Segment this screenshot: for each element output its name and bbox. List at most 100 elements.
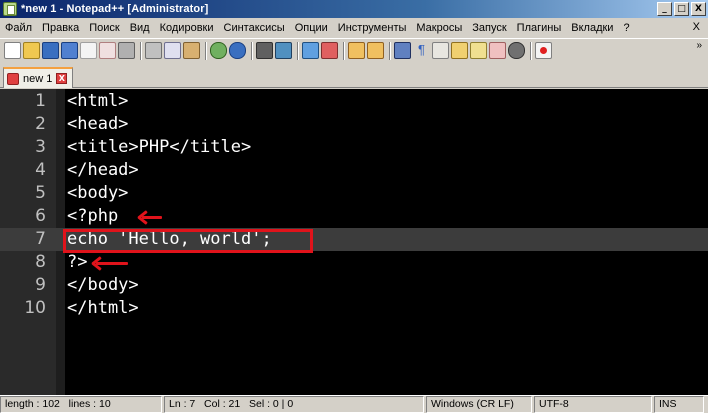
status-position[interactable]: Ln : 7 Col : 21 Sel : 0 | 0 <box>164 396 424 413</box>
code-line[interactable]: 1 <html> <box>0 90 708 113</box>
code-text: <html> <box>67 91 129 111</box>
word-wrap-icon[interactable] <box>394 42 411 59</box>
code-line[interactable]: 5 <body> <box>0 182 708 205</box>
menu-encoding[interactable]: Кодировки <box>155 22 219 34</box>
toolbar: ¶ <box>0 38 708 62</box>
replace-icon[interactable] <box>275 42 292 59</box>
status-length-lines: length : 102 lines : 10 <box>0 396 162 413</box>
status-sel: Sel : 0 | 0 <box>249 398 294 410</box>
save-icon[interactable] <box>42 42 59 59</box>
close-icon[interactable] <box>80 42 97 59</box>
line-number: 1 <box>35 91 46 111</box>
monitor-icon[interactable] <box>508 42 525 59</box>
menu-macro[interactable]: Макросы <box>411 22 467 34</box>
paste-icon[interactable] <box>183 42 200 59</box>
print-icon[interactable] <box>118 42 135 59</box>
zoom-in-icon[interactable] <box>302 42 319 59</box>
code-line[interactable]: 6 <?php <box>0 205 708 228</box>
menu-search[interactable]: Поиск <box>84 22 124 34</box>
toolbar-separator <box>297 41 299 60</box>
code-editor[interactable]: 1 <html> 2 <head> 3 <title>PHP</title> 4… <box>0 89 708 395</box>
status-lines: lines : 10 <box>68 398 111 410</box>
status-ln: Ln : 7 <box>169 398 196 410</box>
menu-settings[interactable]: Опции <box>290 22 333 34</box>
close-all-icon[interactable] <box>99 42 116 59</box>
undo-icon[interactable] <box>210 42 227 59</box>
tab-close-button[interactable]: X <box>56 73 68 84</box>
indent-guide-icon[interactable] <box>432 42 449 59</box>
code-text: <title>PHP</title> <box>67 137 252 157</box>
menu-bar: Файл Правка Поиск Вид Кодировки Синтакси… <box>0 18 708 38</box>
menu-run[interactable]: Запуск <box>467 22 511 34</box>
code-text: </html> <box>67 298 139 318</box>
status-eol[interactable]: Windows (CR LF) <box>426 396 532 413</box>
line-number: 10 <box>24 298 46 318</box>
toolbar-separator <box>389 41 391 60</box>
title-bar[interactable]: *new 1 - Notepad++ [Administrator] _ □ X <box>0 0 708 18</box>
status-ins[interactable]: INS <box>654 396 704 413</box>
code-line[interactable]: 2 <head> <box>0 113 708 136</box>
toolbar-separator <box>343 41 345 60</box>
tab-strip: new 1 X <box>0 62 708 88</box>
menu-plugins[interactable]: Плагины <box>512 22 567 34</box>
highlight-box <box>63 229 313 253</box>
code-text: <?php <box>67 206 119 226</box>
sync-horizontal-icon[interactable] <box>367 42 384 59</box>
doc-map-icon[interactable] <box>451 42 468 59</box>
new-file-icon[interactable] <box>4 42 21 59</box>
code-text: </body> <box>67 275 139 295</box>
show-all-chars-icon[interactable]: ¶ <box>413 42 430 59</box>
line-number: 5 <box>35 183 46 203</box>
redo-icon[interactable] <box>229 42 246 59</box>
function-list-icon[interactable] <box>470 42 487 59</box>
status-encoding[interactable]: UTF-8 <box>534 396 652 413</box>
toolbar-overflow-button[interactable]: » <box>696 40 702 51</box>
line-number: 8 <box>35 252 46 272</box>
line-number: 2 <box>35 114 46 134</box>
menu-help[interactable]: ? <box>618 22 634 34</box>
code-line[interactable]: 3 <title>PHP</title> <box>0 136 708 159</box>
tab-new-1[interactable]: new 1 X <box>3 67 73 88</box>
notepad-plus-plus-icon[interactable] <box>3 2 17 16</box>
cut-icon[interactable] <box>145 42 162 59</box>
code-text: <body> <box>67 183 129 203</box>
minimize-button[interactable]: _ <box>657 2 672 16</box>
record-macro-icon[interactable] <box>535 42 552 59</box>
unsaved-file-icon <box>7 72 19 85</box>
toolbar-separator <box>530 41 532 60</box>
code-text: <head> <box>67 114 129 134</box>
close-window-button[interactable]: X <box>691 2 706 16</box>
menu-window[interactable]: Вкладки <box>566 22 618 34</box>
line-number: 4 <box>35 160 46 180</box>
line-number: 6 <box>35 206 46 226</box>
left-arrow-annotation <box>91 256 128 271</box>
line-number: 7 <box>35 229 46 249</box>
menu-view[interactable]: Вид <box>125 22 155 34</box>
line-number: 3 <box>35 137 46 157</box>
find-icon[interactable] <box>256 42 273 59</box>
zoom-out-icon[interactable] <box>321 42 338 59</box>
window-controls: _ □ X <box>657 2 706 16</box>
close-document-button[interactable]: X <box>693 21 700 33</box>
copy-icon[interactable] <box>164 42 181 59</box>
code-text: ?> <box>67 252 88 272</box>
menu-edit[interactable]: Правка <box>37 22 84 34</box>
folder-workspace-icon[interactable] <box>489 42 506 59</box>
code-text: </head> <box>67 160 139 180</box>
maximize-button[interactable]: □ <box>674 2 689 16</box>
open-file-icon[interactable] <box>23 42 40 59</box>
left-arrow-annotation <box>137 210 162 225</box>
menu-language[interactable]: Синтаксисы <box>219 22 290 34</box>
menu-tools[interactable]: Инструменты <box>333 22 412 34</box>
save-all-icon[interactable] <box>61 42 78 59</box>
code-line[interactable]: 4 </head> <box>0 159 708 182</box>
status-col: Col : 21 <box>204 398 241 410</box>
code-line[interactable]: 10 </html> <box>0 297 708 320</box>
line-number: 9 <box>35 275 46 295</box>
sync-vertical-icon[interactable] <box>348 42 365 59</box>
window-title: *new 1 - Notepad++ [Administrator] <box>21 3 209 15</box>
toolbar-separator <box>140 41 142 60</box>
status-length: length : 102 <box>5 398 60 410</box>
code-line[interactable]: 9 </body> <box>0 274 708 297</box>
menu-file[interactable]: Файл <box>0 22 37 34</box>
